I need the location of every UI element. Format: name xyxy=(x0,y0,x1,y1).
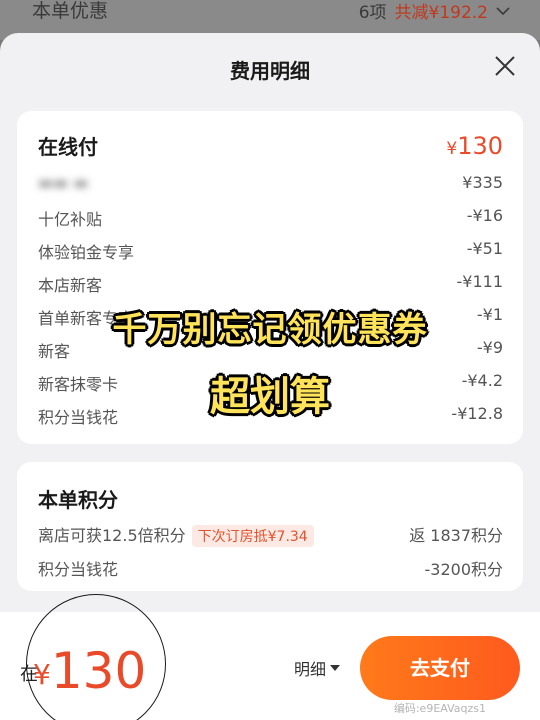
detail-toggle-label: 明细 xyxy=(294,660,327,679)
points-earn-value: 返 1837积分 xyxy=(409,526,503,545)
promo-caption-line2: 超划算 xyxy=(210,374,330,420)
detail-toggle[interactable]: 明细 xyxy=(294,656,341,680)
triangle-down-icon xyxy=(330,665,341,671)
watermark-code: 编码:e9EAVaqzs1 xyxy=(393,702,486,715)
fee-row-value: -¥16 xyxy=(466,206,503,225)
points-spend-value: -3200积分 xyxy=(424,560,504,579)
fee-row-label: 十亿补贴 xyxy=(38,210,103,229)
pay-button[interactable]: 去支付 xyxy=(360,636,520,700)
points-spend-row: 积分当钱花 -3200积分 xyxy=(38,556,503,580)
currency-symbol: ¥ xyxy=(446,139,458,159)
total-price-currency: ¥ xyxy=(33,658,51,691)
discount-total: 共减¥192.2 xyxy=(394,3,488,23)
online-pay-title: 在线付 xyxy=(38,135,98,159)
promo-caption-line1: 千万别忘记领优惠券 xyxy=(112,310,428,350)
amount-value: 130 xyxy=(457,132,503,160)
online-pay-amount: ¥130 xyxy=(446,132,503,160)
discount-summary[interactable]: 6项 共减¥192.2 xyxy=(359,0,510,23)
close-icon[interactable] xyxy=(494,55,516,77)
fee-row-room-price: ▬▬ ▬ ¥335 xyxy=(38,173,503,197)
points-card: 本单积分 离店可获12.5倍积分 下次订房抵¥7.34 返 1837积分 积分当钱… xyxy=(17,462,523,591)
points-earn-text: 离店可获12.5倍积分 xyxy=(38,526,186,545)
points-title: 本单积分 xyxy=(38,488,118,512)
discount-summary-label: 本单优惠 xyxy=(32,0,109,22)
fee-row-label: 本店新客 xyxy=(38,276,103,295)
total-price: ¥130 xyxy=(33,642,146,700)
sheet-title: 费用明细 xyxy=(230,59,310,83)
fee-row-value: -¥111 xyxy=(456,272,504,291)
fee-row: 十亿补贴 -¥16 xyxy=(38,206,503,230)
points-earn-label: 离店可获12.5倍积分 下次订房抵¥7.34 xyxy=(38,522,314,547)
fee-row-value: -¥51 xyxy=(466,239,503,258)
pay-bar: 在 ¥130 明细 去支付 编码:e9EAVaqzs1 xyxy=(0,594,540,720)
chevron-down-icon xyxy=(496,6,510,15)
fee-row-value: ¥335 xyxy=(462,173,503,192)
points-earn-row: 离店可获12.5倍积分 下次订房抵¥7.34 返 1837积分 xyxy=(38,522,503,547)
fee-row-label: ▬▬ ▬ xyxy=(38,173,89,192)
points-tag-badge: 下次订房抵¥7.34 xyxy=(191,525,314,547)
points-spend-label: 积分当钱花 xyxy=(38,560,119,579)
fee-row-label: 体验铂金专享 xyxy=(38,243,135,262)
discount-count: 6项 xyxy=(358,3,387,23)
fee-row: 本店新客 -¥111 xyxy=(38,272,503,296)
fee-row: 体验铂金专享 -¥51 xyxy=(38,239,503,263)
total-price-value: 130 xyxy=(50,642,147,700)
